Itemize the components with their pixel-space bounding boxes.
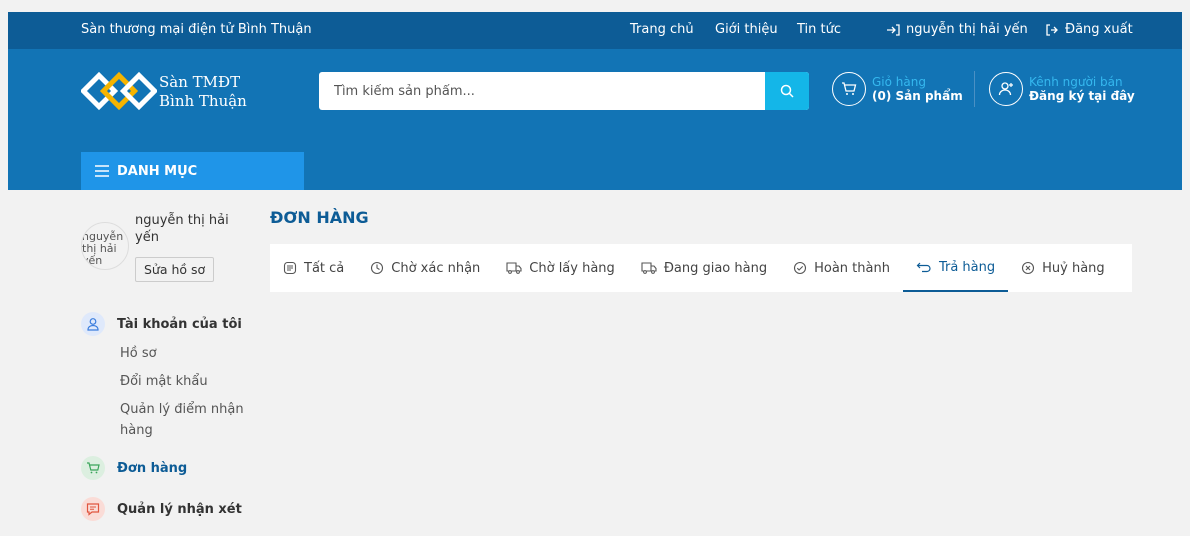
cart-link[interactable]: Giỏ hàng (0) Sản phẩm [832, 72, 963, 106]
avatar-alt-text: nguyễn thị hải yến [82, 230, 124, 267]
comment-icon [81, 497, 105, 521]
check-circle-icon [794, 261, 807, 275]
site-name: Sàn thương mại điện tử Bình Thuận [81, 22, 312, 37]
delivery-truck-icon [641, 262, 657, 274]
orders-label: Đơn hàng [117, 460, 188, 476]
logout-icon [1046, 23, 1058, 36]
tab-cancelled[interactable]: Huỷ hàng [1008, 244, 1118, 292]
header-divider [974, 71, 975, 107]
header: Sàn TMĐT Bình Thuận Giỏ hàng (0) Sản phẩ… [8, 49, 1182, 190]
sidebar-item-addresses[interactable]: Quản lý điểm nhận hàng [120, 399, 255, 441]
logo-line2: Bình Thuận [159, 92, 247, 110]
nav-about-link[interactable]: Giới thiệu [715, 22, 778, 37]
sidebar-item-account[interactable]: Tài khoản của tôi [81, 312, 242, 336]
add-user-icon [989, 72, 1023, 106]
nav-home-link[interactable]: Trang chủ [630, 22, 694, 37]
logo-text: Sàn TMĐT Bình Thuận [159, 73, 247, 111]
tab-pending-label: Chờ xác nhận [391, 260, 481, 276]
user-account-link[interactable]: nguyễn thị hải yến [886, 22, 1028, 37]
page-title: ĐƠN HÀNG [270, 208, 369, 227]
seller-text: Kênh người bán Đăng ký tại đây [1029, 75, 1135, 103]
sidebar-item-orders[interactable]: Đơn hàng [81, 456, 187, 480]
search-bar [319, 72, 809, 110]
cart-count: (0) Sản phẩm [872, 89, 963, 103]
search-icon [780, 84, 794, 98]
tab-all-label: Tất cả [304, 260, 345, 276]
truck-icon [506, 262, 522, 274]
account-title: Tài khoản của tôi [117, 316, 242, 332]
tab-completed-label: Hoàn thành [814, 260, 890, 276]
tab-shipping-label: Đang giao hàng [663, 260, 768, 276]
order-tabs: Tất cả Chờ xác nhận Chờ lấy hàng Đang gi… [270, 244, 1132, 292]
tab-all[interactable]: Tất cả [270, 244, 357, 292]
search-input[interactable] [319, 72, 765, 110]
tab-awaiting-pickup[interactable]: Chờ lấy hàng [493, 244, 628, 292]
clock-icon [371, 261, 384, 275]
sidebar-item-profile[interactable]: Hồ sơ [120, 343, 157, 364]
avatar[interactable]: nguyễn thị hải yến [81, 222, 129, 270]
top-bar: Sàn thương mại điện tử Bình Thuận Trang … [8, 12, 1182, 49]
tab-returns-label: Trả hàng [938, 259, 996, 275]
logout-link[interactable]: Đăng xuất [1045, 22, 1133, 37]
cart-icon [832, 72, 866, 106]
seller-action: Đăng ký tại đây [1029, 89, 1135, 103]
cart-icon [81, 456, 105, 480]
sidebar-item-reviews[interactable]: Quản lý nhận xét [81, 497, 242, 521]
tab-completed[interactable]: Hoàn thành [780, 244, 903, 292]
tab-awaiting-pickup-label: Chờ lấy hàng [529, 260, 615, 276]
logo-diamonds-icon [81, 71, 157, 111]
reviews-label: Quản lý nhận xét [117, 501, 242, 517]
logo-line1: Sàn TMĐT [159, 73, 241, 91]
return-arrow-icon [916, 262, 931, 273]
tab-pending[interactable]: Chờ xác nhận [357, 244, 493, 292]
sidebar-user-name: nguyễn thị hải yến [135, 213, 229, 245]
list-icon [283, 261, 297, 275]
seller-channel-link[interactable]: Kênh người bán Đăng ký tại đây [989, 72, 1135, 106]
login-arrow-icon [887, 23, 900, 36]
hamburger-icon [95, 165, 109, 177]
search-button[interactable] [765, 72, 809, 110]
category-menu-button[interactable]: DANH MỤC [81, 152, 304, 190]
user-name: nguyễn thị hải yến [906, 22, 1028, 37]
user-icon [81, 312, 105, 336]
tab-cancelled-label: Huỷ hàng [1042, 260, 1105, 276]
tab-shipping[interactable]: Đang giao hàng [628, 244, 780, 292]
logout-label: Đăng xuất [1065, 22, 1133, 37]
page: Sàn thương mại điện tử Bình Thuận Trang … [8, 12, 1182, 536]
sidebar-item-change-password[interactable]: Đổi mật khẩu [120, 371, 208, 392]
tab-returns[interactable]: Trả hàng [902, 244, 1009, 292]
seller-label: Kênh người bán [1029, 75, 1123, 89]
logo[interactable]: Sàn TMĐT Bình Thuận [81, 71, 247, 113]
cart-text: Giỏ hàng (0) Sản phẩm [872, 75, 963, 103]
cart-label: Giỏ hàng [872, 75, 926, 89]
nav-news-link[interactable]: Tin tức [797, 22, 841, 37]
cancel-circle-icon [1022, 261, 1035, 275]
edit-profile-button[interactable]: Sửa hồ sơ [135, 257, 215, 282]
category-menu-label: DANH MỤC [117, 163, 198, 179]
